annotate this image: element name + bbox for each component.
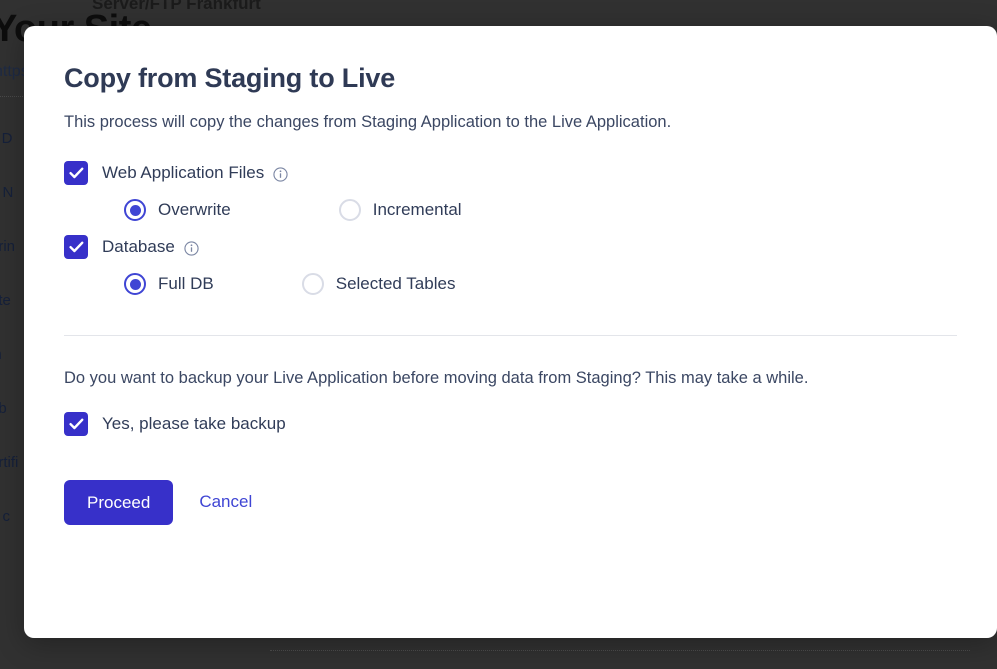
checkbox-web-application-files[interactable] [64, 161, 88, 186]
option-database[interactable]: Database [64, 235, 957, 260]
dialog-title: Copy from Staging to Live [64, 63, 396, 93]
radio-option-full-db[interactable]: Full DB [124, 273, 214, 296]
radio-incremental[interactable] [338, 199, 361, 222]
cancel-button[interactable]: Cancel [195, 486, 256, 518]
checkbox-take-backup[interactable] [64, 411, 88, 436]
radiogroup-database[interactable]: Full DB Selected Tables [124, 273, 957, 296]
radiogroup-web-application-files[interactable]: Overwrite Incremental [124, 199, 957, 222]
info-icon[interactable] [273, 167, 288, 182]
radio-option-incremental[interactable]: Incremental [338, 199, 462, 222]
option-take-backup[interactable]: Yes, please take backup [64, 411, 957, 436]
dialog-actions: Proceed Cancel [64, 479, 957, 525]
label-take-backup: Yes, please take backup [102, 413, 286, 433]
radio-label-incremental: Incremental [372, 200, 462, 220]
option-web-application-files[interactable]: Web Application Files [64, 161, 957, 186]
backup-question: Do you want to backup your Live Applicat… [64, 369, 809, 388]
backdrop-bottom-divider [270, 650, 970, 651]
label-database: Database [102, 237, 175, 257]
radio-label-overwrite: Overwrite [158, 200, 231, 220]
radio-option-overwrite[interactable]: Overwrite [124, 199, 231, 222]
radio-selected-tables[interactable] [301, 273, 324, 296]
label-web-application-files: Web Application Files [102, 163, 265, 183]
checkbox-database[interactable] [64, 235, 88, 260]
proceed-button[interactable]: Proceed [64, 479, 174, 525]
radio-label-selected-tables: Selected Tables [335, 274, 456, 294]
radio-full-db[interactable] [124, 273, 146, 296]
radio-overwrite[interactable] [124, 199, 146, 222]
radio-label-full-db: Full DB [158, 274, 214, 294]
page-root: Server/FTP Frankfurt Your Site https:// … [0, 0, 997, 669]
copy-staging-to-live-dialog: Copy from Staging to Live This process w… [24, 26, 997, 638]
section-divider [64, 335, 957, 337]
dialog-subtitle: This process will copy the changes from … [64, 112, 672, 131]
radio-option-selected-tables[interactable]: Selected Tables [301, 273, 456, 296]
info-icon[interactable] [184, 241, 199, 256]
